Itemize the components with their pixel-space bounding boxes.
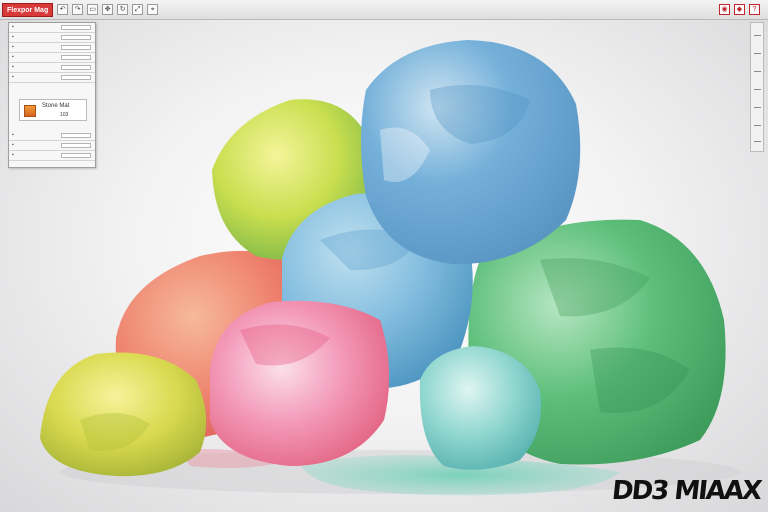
panel-row[interactable]: ▪ <box>9 151 95 161</box>
material-value: 103 <box>60 112 69 118</box>
ruler-tick <box>754 71 761 72</box>
snap-icon[interactable]: ⌖ <box>147 4 159 15</box>
panel-field[interactable] <box>61 133 91 138</box>
ruler-tick <box>754 107 761 108</box>
properties-panel[interactable]: ▪ ▪ ▪ ▪ ▪ ▪ Stone Mat 103 ▪ ▪ ▪ <box>8 22 96 168</box>
app-logo-tab[interactable]: Flexpor Mag <box>2 2 54 17</box>
row-marker: ▪ <box>12 132 14 138</box>
panel-row[interactable]: ▪ <box>9 43 95 53</box>
viewport-canvas[interactable] <box>0 20 768 512</box>
row-marker: ▪ <box>12 44 14 50</box>
panel-field[interactable] <box>61 143 91 148</box>
row-marker: ▪ <box>12 64 14 70</box>
ruler-tick <box>754 35 761 36</box>
ruler-tick <box>754 89 761 90</box>
scale-icon[interactable]: ⤢ <box>132 4 144 15</box>
move-icon[interactable]: ✥ <box>102 4 114 15</box>
panel-lower-rows: ▪ ▪ ▪ <box>9 131 95 161</box>
row-marker: ▪ <box>12 24 14 30</box>
panel-field[interactable] <box>61 153 91 158</box>
material-title: Stone Mat <box>42 103 70 109</box>
panel-field[interactable] <box>61 75 91 80</box>
watermark-logo: DD3 MIAAX <box>610 476 762 506</box>
panel-row[interactable]: ▪ <box>9 63 95 73</box>
material-card[interactable]: Stone Mat 103 <box>19 99 87 121</box>
ruler-tick <box>754 125 761 126</box>
panel-field[interactable] <box>61 35 91 40</box>
row-marker: ▪ <box>12 34 14 40</box>
panel-row[interactable]: ▪ <box>9 73 95 83</box>
help-icon[interactable]: ? <box>749 4 760 15</box>
panel-row[interactable]: ▪ <box>9 23 95 33</box>
row-marker: ▪ <box>12 142 14 148</box>
ruler-tick <box>754 53 761 54</box>
ruler-tick <box>754 141 761 142</box>
panel-row[interactable]: ▪ <box>9 131 95 141</box>
panel-field[interactable] <box>61 55 91 60</box>
panel-row[interactable]: ▪ <box>9 53 95 63</box>
row-marker: ▪ <box>12 152 14 158</box>
toolbar-tools: ↶ ↷ ▭ ✥ ↻ ⤢ ⌖ <box>53 4 159 15</box>
undo-icon[interactable]: ↶ <box>57 4 69 15</box>
redo-icon[interactable]: ↷ <box>72 4 84 15</box>
top-toolbar: Flexpor Mag ↶ ↷ ▭ ✥ ↻ ⤢ ⌖ ◉ ◆? <box>0 0 768 20</box>
rendered-stones <box>40 40 740 496</box>
panel-field[interactable] <box>61 25 91 30</box>
row-marker: ▪ <box>12 54 14 60</box>
panel-row[interactable]: ▪ <box>9 33 95 43</box>
material-thumbnail-icon <box>24 105 36 117</box>
panel-field[interactable] <box>61 45 91 50</box>
right-scrollbar[interactable] <box>750 22 764 152</box>
panel-row[interactable]: ▪ <box>9 141 95 151</box>
select-icon[interactable]: ▭ <box>87 4 99 15</box>
render-icon[interactable]: ◆ <box>734 4 745 15</box>
panel-field[interactable] <box>61 65 91 70</box>
toolbar-right-tools: ◉ ◆? <box>715 4 760 15</box>
rotate-icon[interactable]: ↻ <box>117 4 129 15</box>
row-marker: ▪ <box>12 74 14 80</box>
camera-icon[interactable]: ◉ <box>719 4 730 15</box>
